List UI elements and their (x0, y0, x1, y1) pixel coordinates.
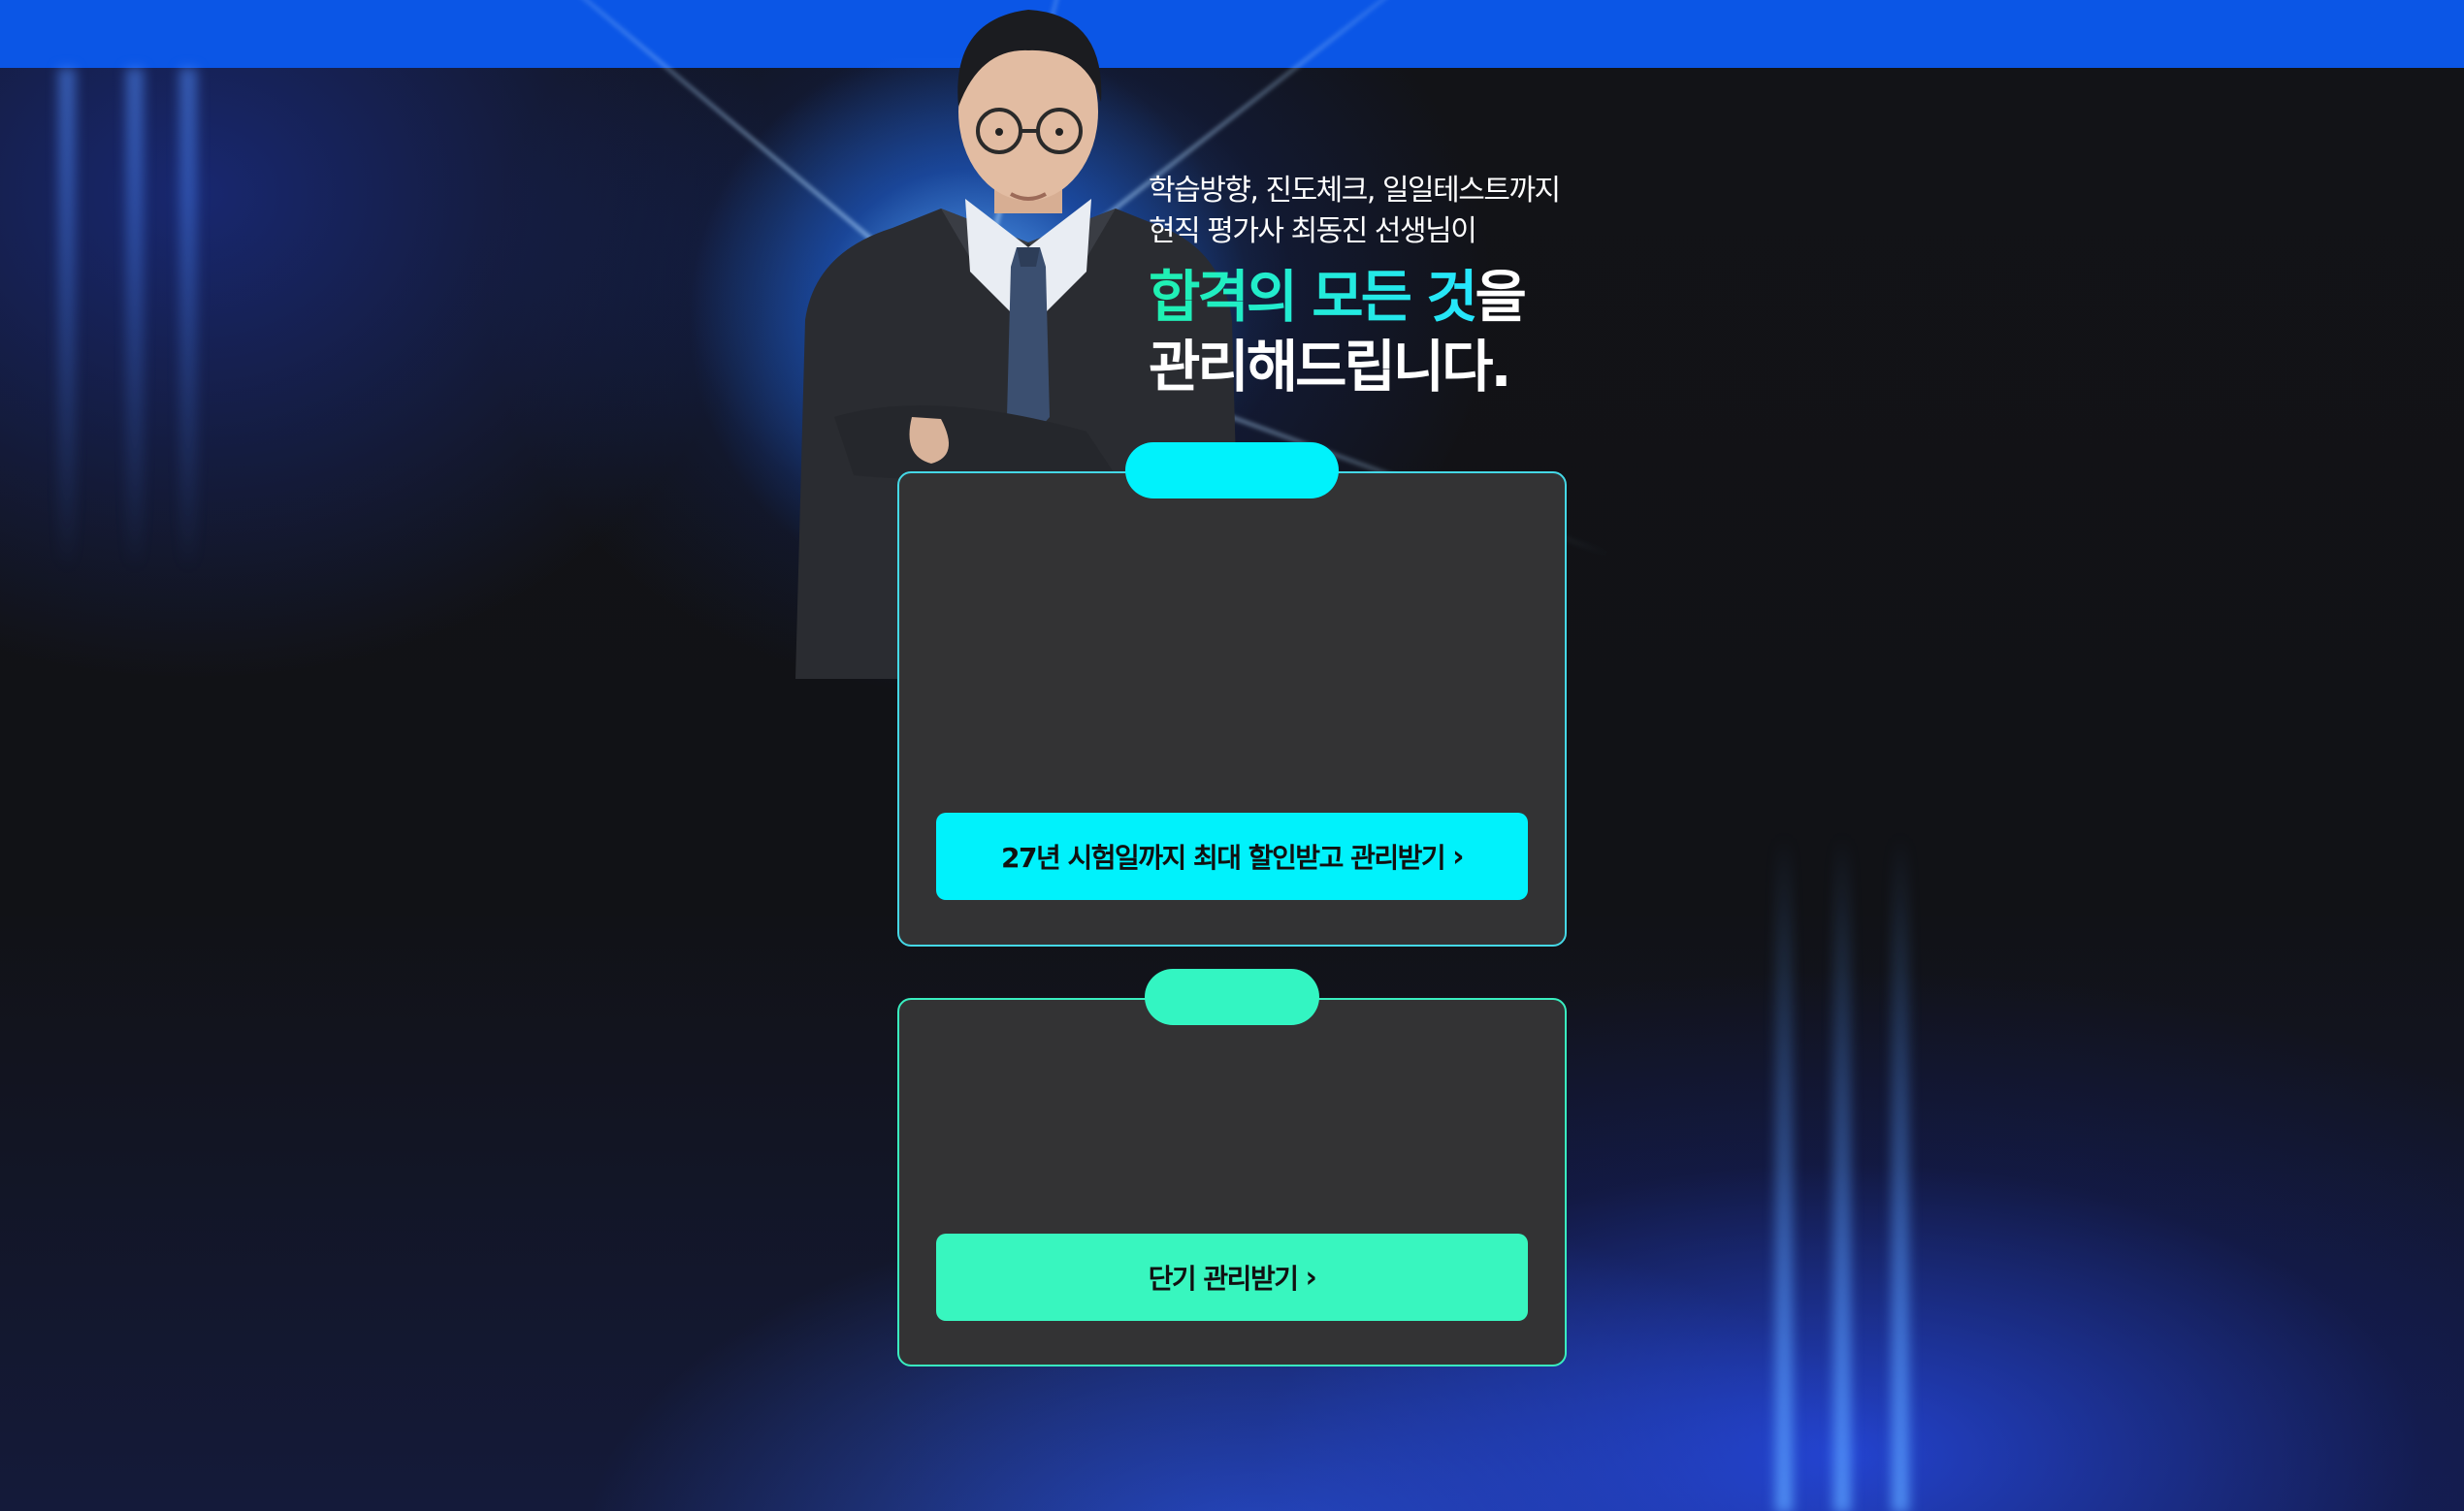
light-streak (1892, 834, 1909, 1511)
plan-card-long-term-tab (1125, 442, 1339, 498)
light-streak (179, 68, 197, 572)
promo-page: 학습방향, 진도체크, 일일테스트까지 현직 평가사 최동진 선생님이 합격의 … (0, 0, 2464, 1511)
chevron-right-icon: › (1305, 1260, 1316, 1295)
light-streak (126, 68, 144, 572)
light-streak (1833, 834, 1851, 1511)
hero-headline-suffix: 을 (1475, 264, 1527, 330)
long-term-management-button[interactable]: 27년 시험일까지 최대 할인받고 관리받기 › (936, 813, 1528, 900)
hero-headline-line1: 합격의 모든 것을 (1149, 262, 1527, 332)
hero-headline-line2: 관리해드립니다. (1149, 334, 1512, 400)
chevron-right-icon: › (1452, 839, 1464, 874)
hero-subtitle: 학습방향, 진도체크, 일일테스트까지 현직 평가사 최동진 선생님이 (1149, 171, 1561, 252)
hero-subtitle-line2: 현직 평가사 최동진 선생님이 (1149, 214, 1477, 248)
light-streak (58, 68, 76, 572)
short-term-management-button[interactable]: 단기 관리받기 › (936, 1234, 1528, 1321)
hero-headline-accent: 합격의 모든 것 (1149, 264, 1478, 330)
plan-card-short-term-tab (1145, 969, 1319, 1025)
hero-headline: 합격의 모든 것을 관리해드립니다. (1149, 262, 1527, 402)
short-term-management-button-label: 단기 관리받기 (1148, 1263, 1299, 1295)
light-streak (1775, 834, 1793, 1511)
long-term-management-button-label: 27년 시험일까지 최대 할인받고 관리받기 (1001, 842, 1446, 874)
hero-subtitle-line1: 학습방향, 진도체크, 일일테스트까지 (1149, 174, 1561, 208)
